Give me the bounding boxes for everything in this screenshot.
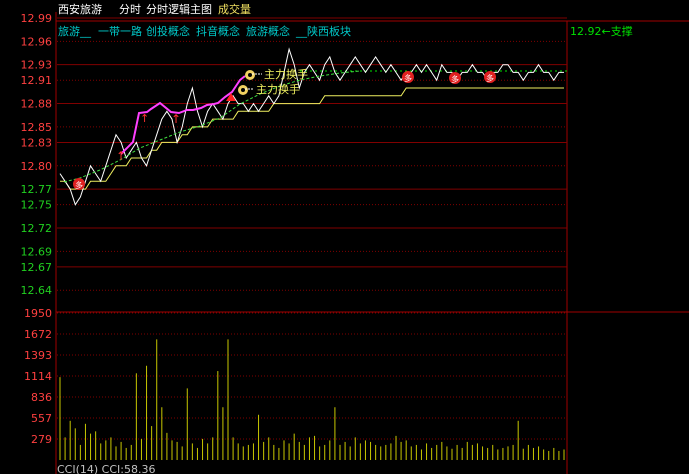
volume-bars: [59, 339, 565, 460]
chart-frame: [55, 12, 689, 474]
volume-tick-label: 1950: [24, 307, 52, 320]
concept-tag[interactable]: 创投概念: [146, 24, 190, 38]
price-tick-label: 12.75: [21, 199, 53, 212]
price-axis-labels: 12.99 12.96 12.93 12.91 12.88 12.85 12.83 12.80…: [21, 12, 53, 297]
volume-axis-labels: 1950 1672 1393 1114 836 557 279: [24, 307, 52, 446]
signal-badge: 多: [449, 72, 461, 84]
svg-text:多: 多: [486, 73, 494, 83]
concept-tag[interactable]: 抖音概念: [196, 24, 240, 38]
concept-tags: 旅游__ 一带一路 创投概念 抖音概念 旅游概念 __陕西板块: [58, 24, 351, 38]
support-label: 12.92←支撑: [570, 24, 633, 38]
tab-intraday[interactable]: 分时: [119, 3, 141, 16]
stock-name: 西安旅游: [58, 2, 102, 16]
main-flow-label: 主力换手: [256, 82, 300, 96]
concept-tag[interactable]: __陕西板块: [295, 24, 351, 38]
price-tick-label: 12.85: [21, 121, 53, 134]
price-tick-label: 12.83: [21, 136, 53, 149]
volume-tick-label: 836: [31, 391, 52, 404]
main-flow-marker-1: 主力换手: [245, 67, 308, 81]
concept-tag[interactable]: 旅游__: [58, 24, 91, 38]
concept-tag[interactable]: 一带一路: [98, 25, 142, 38]
up-arrow-icon: ↑: [140, 112, 149, 125]
svg-text:多: 多: [404, 73, 412, 83]
price-tick-label: 12.93: [21, 59, 53, 72]
volume-tick-label: 1114: [24, 370, 52, 383]
main-flow-marker-2: 主力换手: [238, 82, 300, 96]
tab-volume[interactable]: 成交量: [218, 2, 251, 16]
tab-logic-main-chart[interactable]: 分时逻辑主图: [146, 2, 212, 16]
cci-indicator: CCI(14) CCI:58.36: [57, 463, 155, 474]
signal-badge: 多: [73, 178, 85, 190]
price-tick-label: 12.91: [21, 74, 53, 87]
price-tick-label: 12.88: [21, 98, 53, 111]
svg-text:多: 多: [75, 180, 83, 190]
volume-grid: [57, 312, 567, 440]
main-flow-label: 主力换手: [264, 67, 308, 81]
concept-tag[interactable]: 旅游概念: [246, 24, 290, 38]
intraday-chart[interactable]: 12.99 12.96 12.93 12.91 12.88 12.85 12.83 12.80…: [0, 0, 689, 474]
svg-text:多: 多: [451, 74, 459, 84]
price-grid: [57, 17, 567, 291]
up-arrow-icon: ↑: [116, 149, 126, 163]
price-tick-label: 12.64: [21, 284, 53, 297]
signal-badge: 多: [484, 71, 496, 83]
price-tick-label: 12.69: [21, 245, 53, 258]
volume-tick-label: 279: [31, 433, 52, 446]
price-tick-label: 12.72: [21, 222, 53, 235]
volume-tick-label: 557: [31, 412, 52, 425]
up-arrow-icon: ↑: [171, 112, 181, 126]
volume-tick-label: 1393: [24, 349, 52, 362]
price-tick-label: 12.80: [21, 160, 53, 173]
signal-badge: 多: [402, 71, 414, 83]
price-tick-label: 12.77: [21, 183, 53, 196]
volume-tick-label: 1672: [24, 328, 52, 341]
price-tick-label: 12.99: [21, 12, 53, 25]
price-tick-label: 12.67: [21, 261, 53, 274]
price-tick-label: 12.96: [21, 35, 53, 48]
